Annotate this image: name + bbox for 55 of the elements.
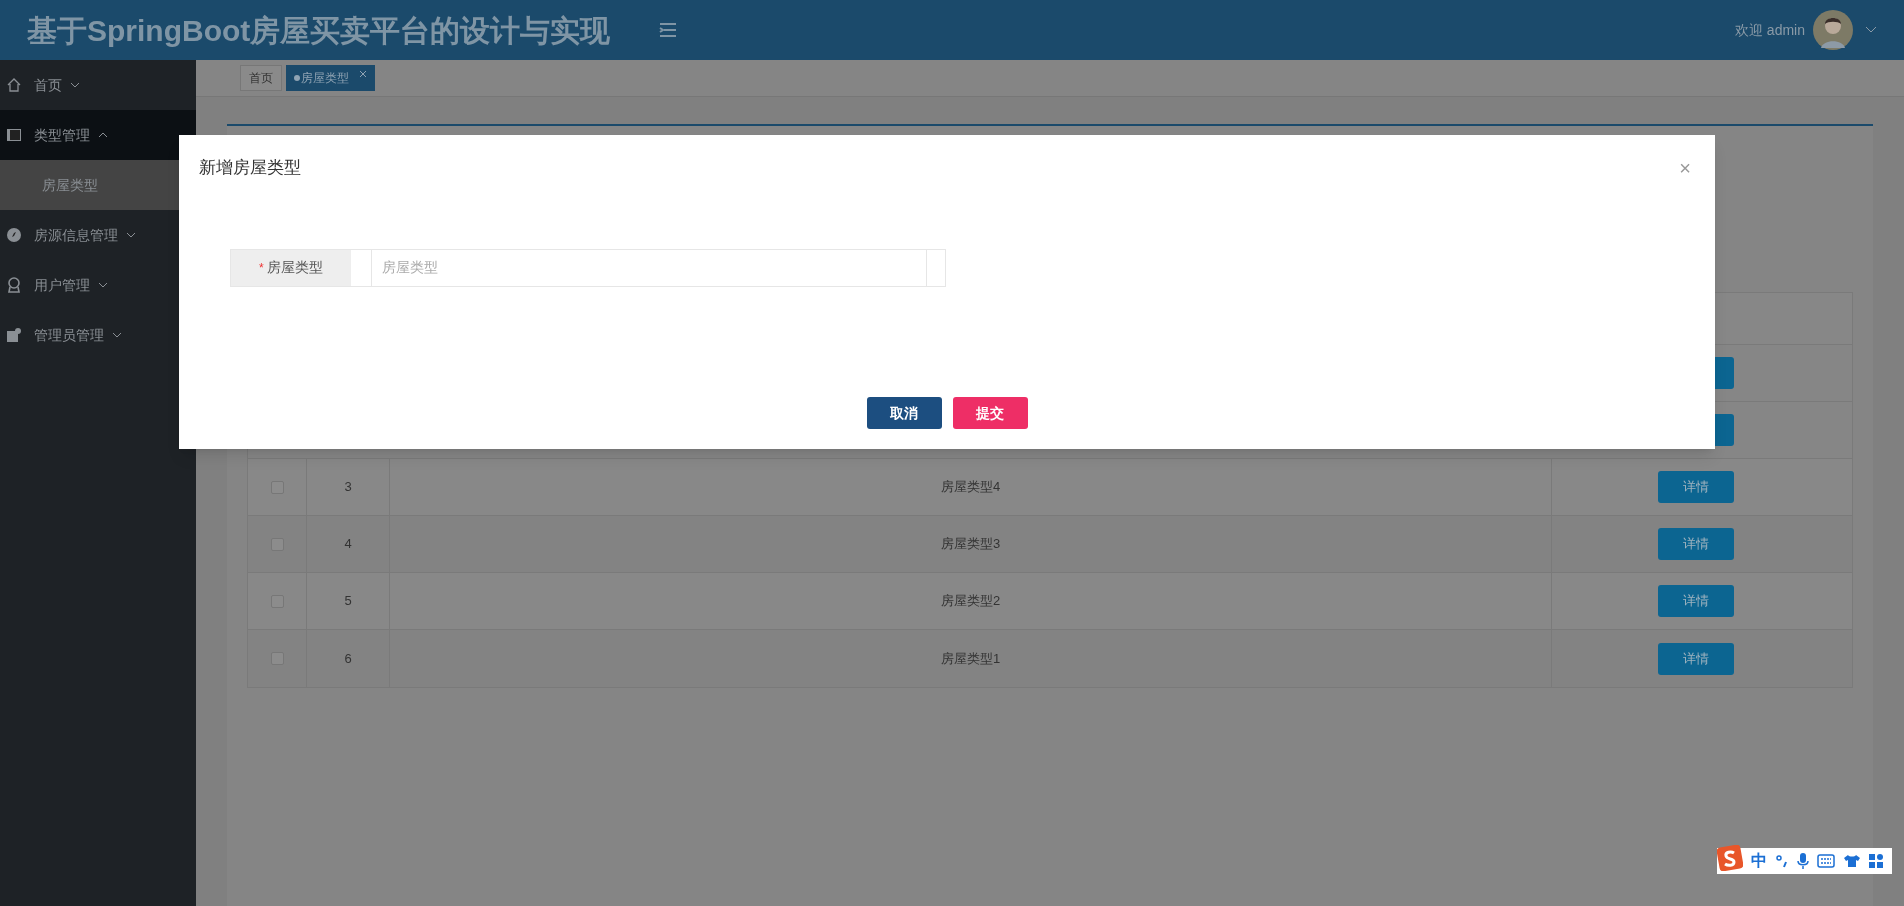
chevron-down-icon — [98, 282, 108, 288]
table-cell: 房屋类型2 — [390, 573, 1552, 629]
chevron-down-icon — [70, 82, 80, 88]
tab[interactable]: 首页 — [240, 65, 282, 91]
badge-icon — [6, 277, 22, 293]
field-label: 房屋类型 — [266, 258, 323, 277]
punctuation-icon[interactable] — [1775, 854, 1789, 868]
chevron-down-icon — [126, 232, 136, 238]
book-icon — [6, 127, 22, 143]
compass-icon — [6, 227, 22, 243]
sidebar-label: 首页 — [34, 75, 62, 95]
sidebar-label: 用户管理 — [34, 275, 90, 295]
chevron-up-icon — [98, 132, 108, 138]
table-cell: 4 — [306, 516, 390, 572]
sidebar-label: 管理员管理 — [34, 325, 104, 345]
sidebar-item[interactable]: 用户管理 — [0, 260, 196, 310]
ime-mode-text[interactable]: 中 — [1751, 849, 1767, 873]
microphone-icon[interactable] — [1797, 853, 1809, 869]
welcome-text: 欢迎 admin — [1734, 20, 1805, 40]
close-button[interactable]: × — [1679, 157, 1691, 178]
table-cell: 5 — [306, 573, 390, 629]
keyboard-icon[interactable] — [1817, 854, 1835, 868]
tab[interactable]: 房屋类型 — [286, 65, 375, 91]
home-icon — [6, 77, 22, 93]
avatar-icon[interactable] — [1813, 10, 1853, 50]
sidebar-item[interactable]: 类型管理 — [0, 110, 196, 160]
table-cell: 6 — [306, 630, 390, 687]
cancel-button[interactable]: 取消 — [866, 397, 942, 429]
sidebar-label: 房源信息管理 — [34, 225, 118, 245]
close-icon[interactable] — [359, 70, 367, 78]
dialog-title: 新增房屋类型 — [199, 157, 301, 179]
details-button[interactable]: 详情 — [1658, 471, 1734, 503]
grid-icon[interactable] — [1869, 854, 1883, 868]
table-cell: 房屋类型3 — [390, 516, 1552, 572]
input-field[interactable]: 房屋类型 — [370, 249, 945, 286]
app-title: 基于SpringBoot房屋买卖平台的设计与实现 — [27, 12, 611, 49]
tab-label: 房屋类型 — [301, 70, 349, 87]
table-cell: 3 — [306, 459, 390, 515]
tab-label: 首页 — [249, 70, 273, 87]
table-cell: 房屋类型1 — [390, 630, 1552, 687]
details-button[interactable]: 详情 — [1658, 642, 1734, 675]
ime-logo-icon[interactable] — [1717, 845, 1743, 871]
required-mark: * — [259, 259, 264, 277]
menu-icon[interactable] — [658, 21, 679, 39]
sidebar-label: 类型管理 — [34, 125, 90, 145]
chevron-down-icon[interactable] — [1865, 26, 1877, 34]
details-button[interactable]: 详情 — [1658, 528, 1734, 560]
chevron-down-icon — [112, 332, 122, 338]
table-cell: 房屋类型4 — [390, 459, 1552, 515]
shirt-icon[interactable] — [1843, 854, 1861, 868]
sidebar-item[interactable]: 首页 — [0, 60, 196, 110]
submit-button[interactable]: 提交 — [952, 397, 1028, 429]
sidebar-item[interactable]: 管理员管理 — [0, 310, 196, 360]
details-button[interactable]: 详情 — [1658, 585, 1734, 617]
sidebar-item[interactable]: 房源信息管理 — [0, 210, 196, 260]
